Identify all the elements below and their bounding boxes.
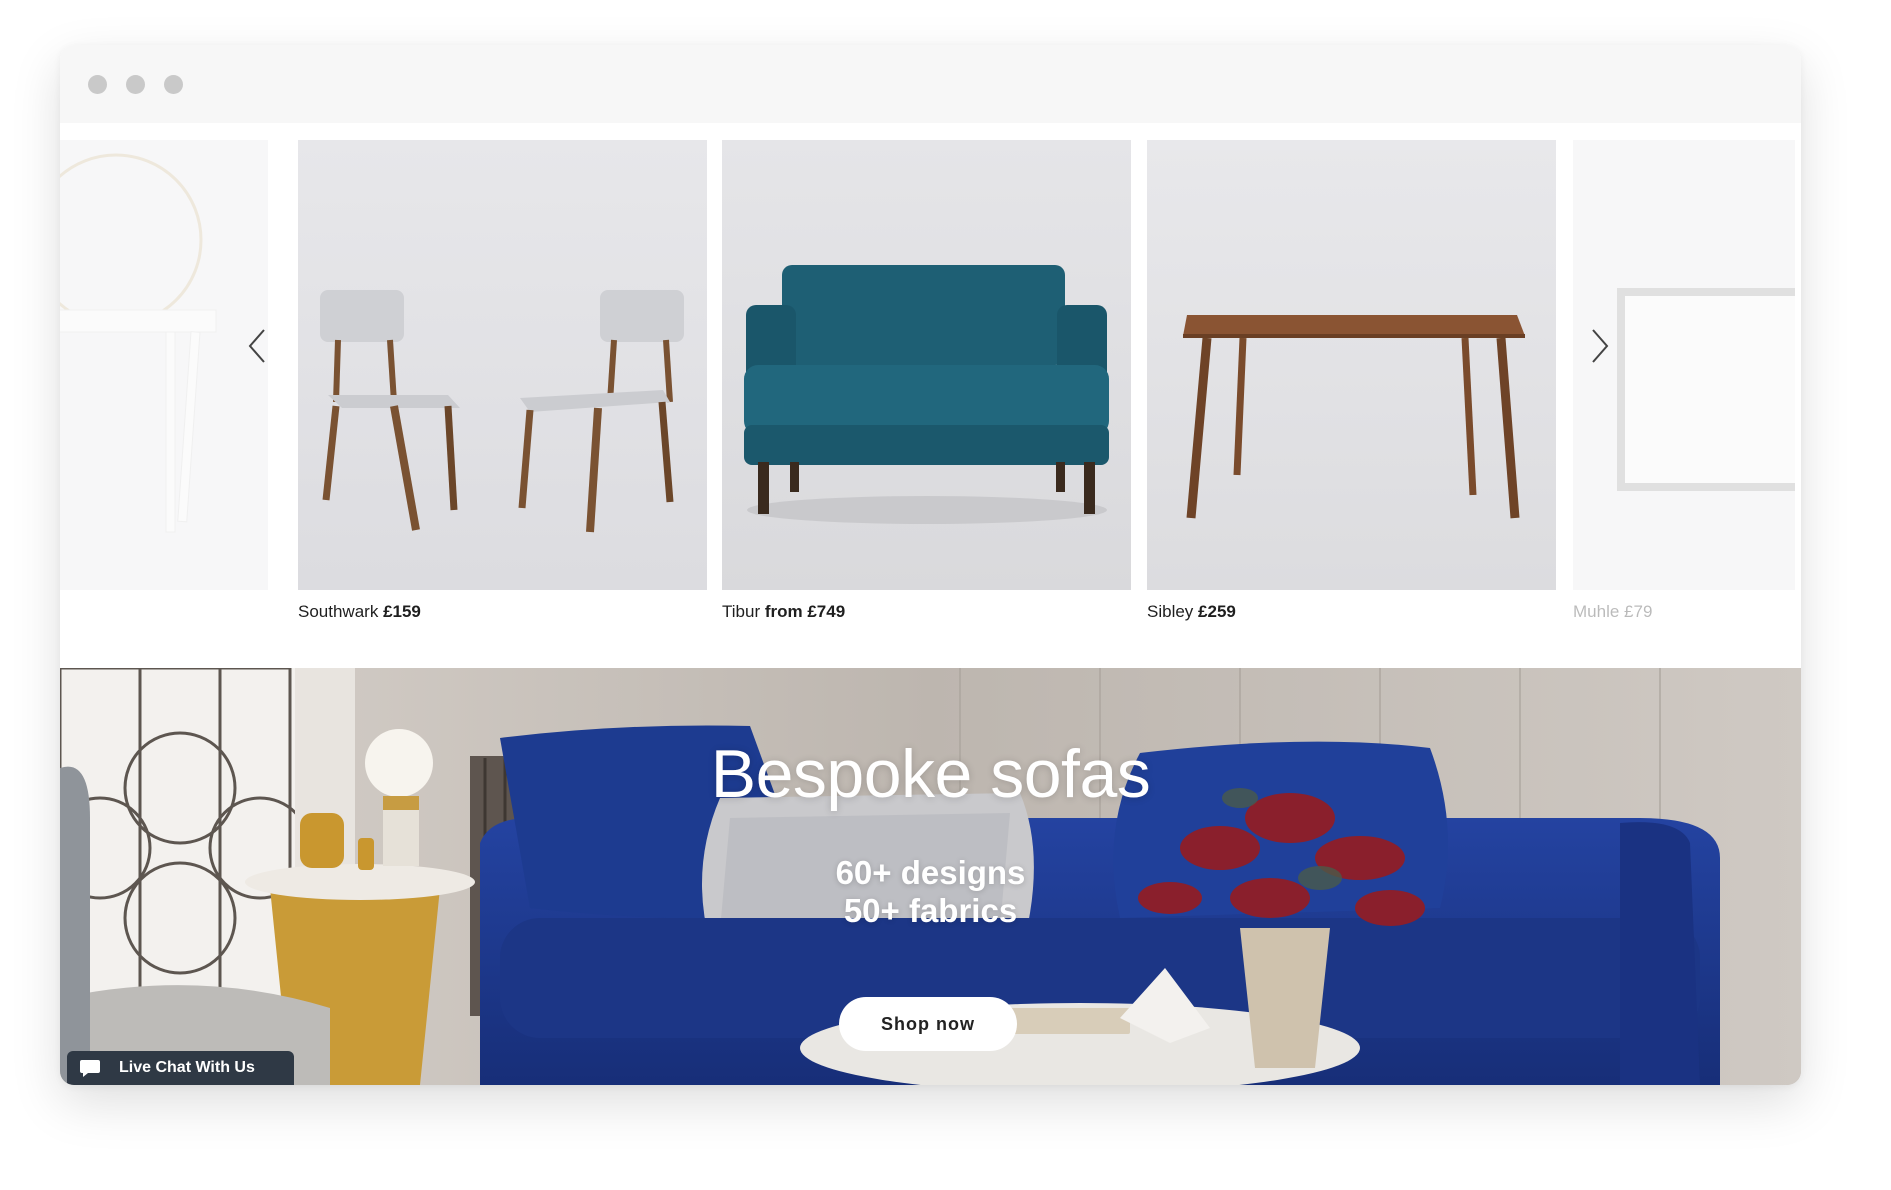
product-image[interactable] [722, 140, 1131, 590]
product-card-dressing-table[interactable] [60, 140, 268, 624]
window-close-button[interactable] [88, 75, 107, 94]
live-chat-button[interactable]: Live Chat With Us [67, 1051, 294, 1085]
product-carousel: Southwark £159 Tibur from £749 Sibley £2… [60, 123, 1801, 713]
product-card-tibur[interactable]: Tibur from £749 [722, 140, 1131, 624]
hero-subtitle-designs: 60+ designs [835, 854, 1026, 891]
hero-banner: Bespoke sofas 60+ designs 50+ fabrics Sh… [60, 668, 1801, 1085]
product-image[interactable] [298, 140, 707, 590]
product-caption: Muhle £79 [1573, 602, 1653, 621]
product-card-muhle[interactable]: Muhle £79 [1573, 140, 1795, 624]
product-image[interactable] [1147, 140, 1556, 590]
browser-window: Southwark £159 Tibur from £749 Sibley £2… [60, 45, 1801, 1085]
title-bar [60, 45, 1801, 123]
chevron-left-icon [248, 329, 265, 363]
live-chat-label: Live Chat With Us [119, 1059, 255, 1076]
carousel-prev-button[interactable] [237, 321, 277, 371]
chevron-right-icon [1592, 329, 1609, 363]
shop-now-button[interactable]: Shop now [839, 997, 1017, 1051]
window-minimize-button[interactable] [126, 75, 145, 94]
hero-title: Bespoke sofas [710, 736, 1151, 812]
product-caption: Tibur from £749 [722, 602, 846, 621]
product-card-sibley[interactable]: Sibley £259 [1147, 140, 1556, 624]
product-caption [60, 600, 268, 624]
hero-subtitle-fabrics: 50+ fabrics [843, 892, 1018, 929]
product-caption: Sibley £259 [1147, 602, 1236, 621]
carousel-next-button[interactable] [1580, 321, 1620, 371]
window-maximize-button[interactable] [164, 75, 183, 94]
chat-bubble-icon [79, 1059, 101, 1077]
product-card-southwark[interactable]: Southwark £159 [298, 140, 707, 624]
product-caption: Southwark £159 [298, 602, 421, 621]
